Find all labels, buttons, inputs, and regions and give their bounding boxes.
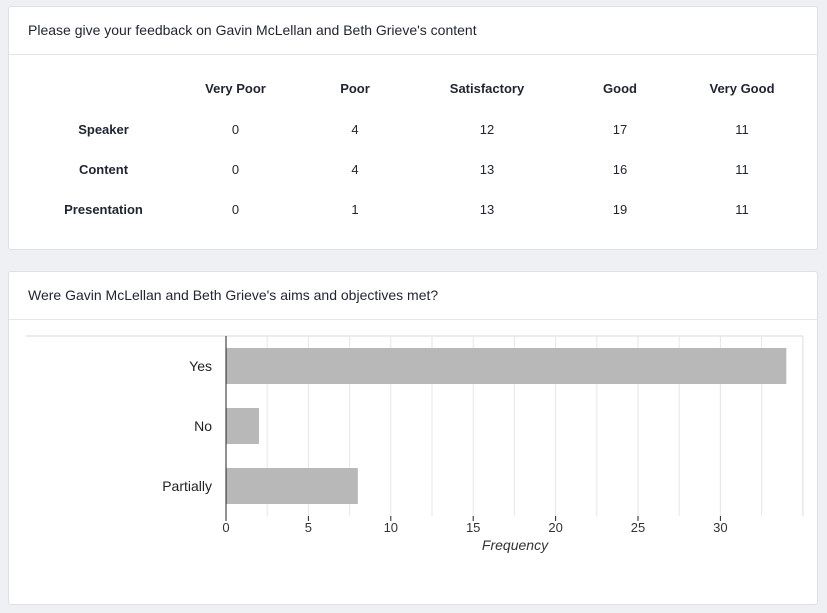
feedback-card: Please give your feedback on Gavin McLel… [8,6,818,250]
category-label: Partially [162,478,212,494]
table-cell: 19 [612,201,628,217]
bar-no [226,408,259,444]
table-cell: 17 [612,121,628,137]
x-axis-label: Frequency [482,537,549,553]
aims-card: Were Gavin McLellan and Beth Grieve's ai… [8,271,818,605]
table-cell: 13 [479,161,495,177]
x-tick-label: 10 [384,520,398,535]
row-label: Presentation [64,201,143,217]
x-tick-label: 20 [548,520,562,535]
table-cell: 1 [351,201,359,217]
table-cell: 12 [479,121,495,137]
column-header-poor: Poor [340,81,370,96]
table-cell: 4 [351,121,359,137]
x-tick-label: 25 [631,520,645,535]
x-tick-label: 30 [713,520,727,535]
table-cell: 0 [231,161,240,177]
feedback-table: Very Poor Poor Satisfactory Good Very Go… [25,77,797,229]
category-label: Yes [189,358,212,374]
table-row: Presentation 0 1 13 19 11 [25,189,797,229]
table-cell: 11 [735,121,749,137]
table-row: Content 0 4 13 16 11 [25,149,797,189]
x-tick-label: 15 [466,520,480,535]
table-cell: 11 [735,201,749,217]
bar-partially [226,468,358,504]
table-cell: 11 [735,161,749,177]
column-header-very-poor: Very Poor [205,81,266,96]
row-label: Speaker [78,121,129,137]
aims-bar-chart: Yes No Partially 0 5 10 15 20 25 30 Frequency [26,335,804,553]
x-tick-label: 5 [305,520,312,535]
table-cell: 0 [231,121,240,137]
category-label: No [194,418,212,434]
row-label: Content [78,161,129,177]
column-header-satisfactory: Satisfactory [449,81,525,96]
table-row: Speaker 0 4 12 17 11 [25,109,797,149]
table-cell: 13 [479,201,495,217]
column-header-very-good: Very Good [709,81,775,96]
table-cell: 4 [351,161,359,177]
corner-cell [25,77,182,109]
bar-yes [226,348,787,384]
column-header-good: Good [603,81,637,96]
table-cell: 0 [231,201,240,217]
x-tick-label: 0 [222,520,229,535]
table-cell: 16 [612,161,628,177]
feedback-title: Please give your feedback on Gavin McLel… [9,7,817,55]
